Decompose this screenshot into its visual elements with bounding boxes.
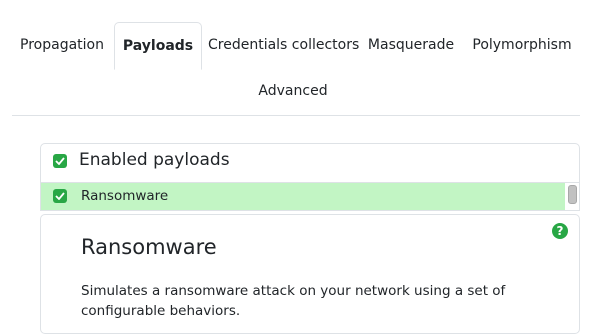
payload-description: Simulates a ransomware attack on your ne… [81, 283, 506, 319]
check-icon [55, 157, 65, 165]
payload-details: ? Ransomware Simulates a ransomware atta… [40, 214, 580, 334]
list-item-label: Ransomware [81, 188, 169, 204]
tab-credentials-collectors[interactable]: Credentials collectors [208, 22, 359, 68]
check-icon [55, 192, 65, 200]
enabled-payloads-checkbox[interactable] [53, 154, 67, 168]
tab-propagation[interactable]: Propagation [12, 22, 112, 68]
list-scrollbar[interactable] [568, 185, 577, 204]
payloads-list: Ransomware [40, 183, 580, 211]
config-tabs: Propagation Payloads Credentials collect… [12, 22, 580, 116]
question-circle-icon[interactable]: ? [552, 223, 568, 239]
tab-masquerade[interactable]: Masquerade [364, 22, 458, 68]
tab-advanced[interactable]: Advanced [246, 68, 340, 114]
tab-payloads[interactable]: Payloads [114, 22, 202, 70]
ransomware-checkbox[interactable] [53, 189, 67, 203]
enabled-payloads-header: Enabled payloads [40, 143, 580, 183]
tab-polymorphism[interactable]: Polymorphism [466, 22, 578, 68]
list-item-ransomware[interactable]: Ransomware [41, 183, 565, 210]
enabled-payloads-title: Enabled payloads [79, 150, 230, 170]
payload-title: Ransomware [81, 235, 217, 259]
